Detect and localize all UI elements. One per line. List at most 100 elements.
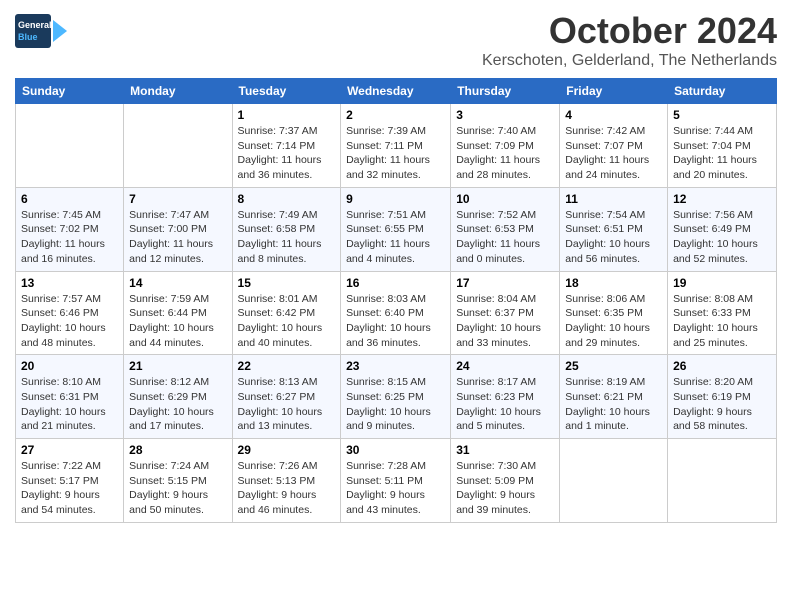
- day-number: 3: [456, 108, 554, 122]
- day-info: Sunrise: 7:51 AM Sunset: 6:55 PM Dayligh…: [346, 208, 445, 267]
- calendar-cell: 15 Sunrise: 8:01 AM Sunset: 6:42 PM Dayli…: [232, 271, 341, 355]
- day-number: 12: [673, 192, 771, 206]
- calendar-cell: 18Sunrise: 8:06 AM Sunset: 6:35 PM Dayli…: [560, 271, 668, 355]
- calendar-cell: 30 Sunrise: 7:28 AM Sunset: 5:11 PM Dayli…: [341, 439, 451, 523]
- day-of-week-header: Thursday: [451, 79, 560, 104]
- calendar-cell: 16 Sunrise: 8:03 AM Sunset: 6:40 PM Dayli…: [341, 271, 451, 355]
- day-number: 20: [21, 359, 118, 373]
- day-number: 25: [565, 359, 662, 373]
- calendar-cell: [560, 439, 668, 523]
- calendar-cell: 14 Sunrise: 7:59 AM Sunset: 6:44 PM Dayli…: [124, 271, 232, 355]
- calendar-cell: 28Sunrise: 7:24 AM Sunset: 5:15 PM Dayli…: [124, 439, 232, 523]
- calendar-cell: 22Sunrise: 8:13 AM Sunset: 6:27 PM Dayli…: [232, 355, 341, 439]
- calendar-cell: [668, 439, 777, 523]
- day-number: 30: [346, 443, 445, 457]
- calendar-cell: 20Sunrise: 8:10 AM Sunset: 6:31 PM Dayli…: [16, 355, 124, 439]
- day-of-week-header: Saturday: [668, 79, 777, 104]
- calendar-cell: 11Sunrise: 7:54 AM Sunset: 6:51 PM Dayli…: [560, 187, 668, 271]
- day-info: Sunrise: 8:03 AM Sunset: 6:40 PM Dayligh…: [346, 292, 445, 351]
- day-info: Sunrise: 8:12 AM Sunset: 6:29 PM Dayligh…: [129, 375, 226, 434]
- day-number: 19: [673, 276, 771, 290]
- calendar-cell: 2 Sunrise: 7:39 AM Sunset: 7:11 PM Daylig…: [341, 104, 451, 188]
- day-info: Sunrise: 7:47 AM Sunset: 7:00 PM Dayligh…: [129, 208, 226, 267]
- day-info: Sunrise: 7:52 AM Sunset: 6:53 PM Dayligh…: [456, 208, 554, 267]
- day-of-week-header: Tuesday: [232, 79, 341, 104]
- day-info: Sunrise: 8:08 AM Sunset: 6:33 PM Dayligh…: [673, 292, 771, 351]
- calendar-cell: 5Sunrise: 7:44 AM Sunset: 7:04 PM Daylig…: [668, 104, 777, 188]
- calendar-week-row: 20Sunrise: 8:10 AM Sunset: 6:31 PM Dayli…: [16, 355, 777, 439]
- day-number: 24: [456, 359, 554, 373]
- day-of-week-header: Wednesday: [341, 79, 451, 104]
- calendar-week-row: 27Sunrise: 7:22 AM Sunset: 5:17 PM Dayli…: [16, 439, 777, 523]
- calendar-cell: 29Sunrise: 7:26 AM Sunset: 5:13 PM Dayli…: [232, 439, 341, 523]
- day-number: 6: [21, 192, 118, 206]
- day-number: 27: [21, 443, 118, 457]
- calendar-cell: 26Sunrise: 8:20 AM Sunset: 6:19 PM Dayli…: [668, 355, 777, 439]
- day-number: 15: [238, 276, 336, 290]
- calendar-cell: 21 Sunrise: 8:12 AM Sunset: 6:29 PM Dayli…: [124, 355, 232, 439]
- day-number: 2: [346, 108, 445, 122]
- logo: General Blue: [15, 10, 67, 52]
- calendar-week-row: 6 Sunrise: 7:45 AM Sunset: 7:02 PM Daylig…: [16, 187, 777, 271]
- day-number: 21: [129, 359, 226, 373]
- day-info: Sunrise: 7:30 AM Sunset: 5:09 PM Dayligh…: [456, 459, 554, 518]
- day-number: 17: [456, 276, 554, 290]
- day-number: 14: [129, 276, 226, 290]
- day-info: Sunrise: 8:01 AM Sunset: 6:42 PM Dayligh…: [238, 292, 336, 351]
- day-info: Sunrise: 8:15 AM Sunset: 6:25 PM Dayligh…: [346, 375, 445, 434]
- svg-text:Blue: Blue: [18, 32, 38, 42]
- day-number: 16: [346, 276, 445, 290]
- calendar-week-row: 1Sunrise: 7:37 AM Sunset: 7:14 PM Daylig…: [16, 104, 777, 188]
- calendar-cell: 9 Sunrise: 7:51 AM Sunset: 6:55 PM Daylig…: [341, 187, 451, 271]
- svg-text:General: General: [18, 20, 52, 30]
- day-info: Sunrise: 7:45 AM Sunset: 7:02 PM Dayligh…: [21, 208, 118, 267]
- calendar-cell: 31 Sunrise: 7:30 AM Sunset: 5:09 PM Dayli…: [451, 439, 560, 523]
- day-number: 7: [129, 192, 226, 206]
- calendar-cell: 6 Sunrise: 7:45 AM Sunset: 7:02 PM Daylig…: [16, 187, 124, 271]
- day-number: 4: [565, 108, 662, 122]
- day-number: 23: [346, 359, 445, 373]
- day-info: Sunrise: 7:42 AM Sunset: 7:07 PM Dayligh…: [565, 124, 662, 183]
- calendar-week-row: 13 Sunrise: 7:57 AM Sunset: 6:46 PM Dayli…: [16, 271, 777, 355]
- day-of-week-header: Monday: [124, 79, 232, 104]
- day-of-week-header: Friday: [560, 79, 668, 104]
- day-info: Sunrise: 7:39 AM Sunset: 7:11 PM Dayligh…: [346, 124, 445, 183]
- calendar-cell: 12 Sunrise: 7:56 AM Sunset: 6:49 PM Dayli…: [668, 187, 777, 271]
- calendar-cell: 8 Sunrise: 7:49 AM Sunset: 6:58 PM Daylig…: [232, 187, 341, 271]
- day-info: Sunrise: 7:26 AM Sunset: 5:13 PM Dayligh…: [238, 459, 336, 518]
- day-info: Sunrise: 7:37 AM Sunset: 7:14 PM Dayligh…: [238, 124, 336, 183]
- day-info: Sunrise: 7:49 AM Sunset: 6:58 PM Dayligh…: [238, 208, 336, 267]
- calendar-cell: [124, 104, 232, 188]
- day-number: 9: [346, 192, 445, 206]
- calendar-cell: 24 Sunrise: 8:17 AM Sunset: 6:23 PM Dayli…: [451, 355, 560, 439]
- month-title: October 2024: [482, 10, 777, 52]
- calendar-cell: 7 Sunrise: 7:47 AM Sunset: 7:00 PM Daylig…: [124, 187, 232, 271]
- day-info: Sunrise: 8:06 AM Sunset: 6:35 PM Dayligh…: [565, 292, 662, 351]
- day-info: Sunrise: 7:59 AM Sunset: 6:44 PM Dayligh…: [129, 292, 226, 351]
- calendar-cell: 1Sunrise: 7:37 AM Sunset: 7:14 PM Daylig…: [232, 104, 341, 188]
- day-number: 26: [673, 359, 771, 373]
- header: General Blue October 2024 Kerschoten, Ge…: [15, 10, 777, 70]
- day-info: Sunrise: 8:17 AM Sunset: 6:23 PM Dayligh…: [456, 375, 554, 434]
- day-number: 10: [456, 192, 554, 206]
- day-info: Sunrise: 7:57 AM Sunset: 6:46 PM Dayligh…: [21, 292, 118, 351]
- day-of-week-header: Sunday: [16, 79, 124, 104]
- calendar-table: SundayMondayTuesdayWednesdayThursdayFrid…: [15, 78, 777, 523]
- page: General Blue October 2024 Kerschoten, Ge…: [0, 0, 792, 533]
- day-info: Sunrise: 8:04 AM Sunset: 6:37 PM Dayligh…: [456, 292, 554, 351]
- day-number: 31: [456, 443, 554, 457]
- day-number: 13: [21, 276, 118, 290]
- day-info: Sunrise: 8:19 AM Sunset: 6:21 PM Dayligh…: [565, 375, 662, 434]
- day-info: Sunrise: 8:13 AM Sunset: 6:27 PM Dayligh…: [238, 375, 336, 434]
- day-number: 28: [129, 443, 226, 457]
- day-number: 5: [673, 108, 771, 122]
- day-info: Sunrise: 7:54 AM Sunset: 6:51 PM Dayligh…: [565, 208, 662, 267]
- title-block: October 2024 Kerschoten, Gelderland, The…: [482, 10, 777, 70]
- calendar-cell: 13 Sunrise: 7:57 AM Sunset: 6:46 PM Dayli…: [16, 271, 124, 355]
- day-info: Sunrise: 7:56 AM Sunset: 6:49 PM Dayligh…: [673, 208, 771, 267]
- day-number: 8: [238, 192, 336, 206]
- day-info: Sunrise: 7:28 AM Sunset: 5:11 PM Dayligh…: [346, 459, 445, 518]
- calendar-cell: 27Sunrise: 7:22 AM Sunset: 5:17 PM Dayli…: [16, 439, 124, 523]
- calendar-cell: 10 Sunrise: 7:52 AM Sunset: 6:53 PM Dayli…: [451, 187, 560, 271]
- calendar-cell: 23 Sunrise: 8:15 AM Sunset: 6:25 PM Dayli…: [341, 355, 451, 439]
